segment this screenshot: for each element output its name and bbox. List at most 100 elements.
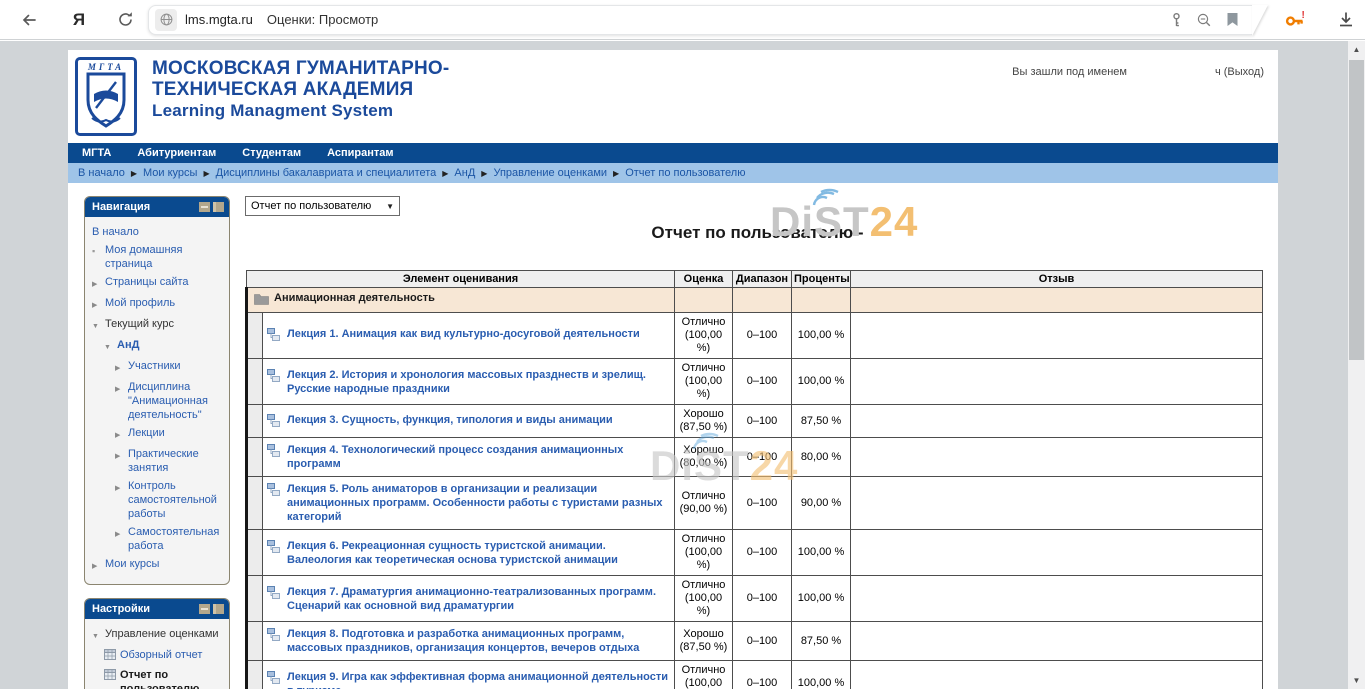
scroll-down-icon[interactable]: ▼	[1348, 672, 1365, 689]
sidebar-item-label[interactable]: Моя домашняя страница	[105, 243, 225, 271]
breadcrumb-link[interactable]: Дисциплины бакалавриата и специалитета	[216, 167, 437, 179]
refresh-icon[interactable]	[108, 5, 142, 35]
percent-cell: 100,00 %	[792, 530, 851, 576]
lesson-icon	[267, 585, 287, 602]
logout-link[interactable]: ч (Выход)	[1215, 66, 1264, 78]
lesson-icon	[267, 670, 287, 687]
grade-item-link[interactable]: Лекция 9. Игра как эффективная форма ани…	[287, 670, 668, 689]
dock-icon[interactable]	[213, 604, 224, 614]
feedback-cell	[851, 313, 1263, 359]
column-header: Диапазон	[733, 271, 792, 288]
triangle-down-icon[interactable]: ▼	[92, 627, 105, 644]
breadcrumb-link[interactable]: Мои курсы	[143, 167, 197, 179]
mgta-logo[interactable]: МГТА	[75, 57, 137, 136]
back-icon[interactable]	[12, 5, 46, 35]
grade-item-link[interactable]: Лекция 4. Технологический процесс создан…	[287, 443, 668, 471]
triangle-right-icon[interactable]: ▶	[92, 275, 105, 292]
triangle-right-icon[interactable]: ▶	[115, 359, 128, 376]
nav-item-Аспирантам[interactable]: Аспирантам	[327, 147, 393, 159]
grade-text: Хорошо	[677, 444, 730, 457]
grade-item-link[interactable]: Лекция 7. Драматургия анимационно-театра…	[287, 585, 668, 613]
triangle-right-icon[interactable]: ▶	[92, 296, 105, 313]
percent-cell: 87,50 %	[792, 405, 851, 438]
address-bar[interactable]: lms.mgta.ru Оценки: Просмотр	[148, 5, 1253, 35]
grade-item-link[interactable]: Лекция 8. Подготовка и разработка анимац…	[287, 627, 668, 655]
lesson-icon	[267, 368, 287, 385]
breadcrumb-link[interactable]: АнД	[454, 167, 475, 179]
grade-cell: Отлично(100,00 %)	[675, 359, 733, 405]
protect-key-icon[interactable]: !	[1279, 5, 1313, 35]
sidebar-item: ▶Мои курсы	[88, 555, 226, 576]
download-icon[interactable]	[1329, 5, 1363, 35]
table-row-item: Лекция 5. Роль аниматоров в организации …	[247, 477, 1263, 530]
key-icon[interactable]	[1162, 8, 1190, 32]
scrollbar[interactable]: ▲ ▼	[1348, 41, 1365, 689]
sidebar-item-label[interactable]: Обзорный отчет	[120, 648, 202, 662]
table-row-item: Лекция 8. Подготовка и разработка анимац…	[247, 622, 1263, 661]
url-text[interactable]: lms.mgta.ru	[185, 12, 253, 27]
sidebar-item-label[interactable]: В начало	[92, 225, 139, 239]
bookmark-icon[interactable]	[1218, 8, 1246, 32]
collapse-icon[interactable]	[199, 604, 210, 614]
sidebar-item: ▼Текущий курс	[88, 315, 226, 336]
grade-item-link[interactable]: Лекция 2. История и хронология массовых …	[287, 368, 668, 396]
item-name-cell: Лекция 4. Технологический процесс создан…	[263, 438, 675, 477]
collapse-icon[interactable]	[199, 202, 210, 212]
zoom-icon[interactable]	[1190, 8, 1218, 32]
sidebar-item: ▶Дисциплина "Анимационная деятельность"	[88, 378, 226, 424]
scroll-up-icon[interactable]: ▲	[1348, 41, 1365, 58]
sidebar-item-label[interactable]: Мой профиль	[105, 296, 175, 310]
logo-text: МГТА	[78, 62, 134, 72]
sidebar-item: ▼АнД	[88, 336, 226, 357]
triangle-right-icon[interactable]: ▶	[92, 557, 105, 574]
breadcrumb-link[interactable]: Управление оценками	[493, 167, 607, 179]
grade-item-link[interactable]: Лекция 5. Роль аниматоров в организации …	[287, 482, 668, 524]
grade-text: Отлично	[677, 533, 730, 546]
grade-cell: Хорошо(87,50 %)	[675, 405, 733, 438]
breadcrumb-link[interactable]: В начало	[78, 167, 125, 179]
indent-cell	[247, 359, 263, 405]
dock-icon[interactable]	[213, 202, 224, 212]
grade-item-link[interactable]: Лекция 6. Рекреационная сущность туристс…	[287, 539, 668, 567]
grade-item-link[interactable]: Лекция 3. Сущность, функция, типология и…	[287, 413, 613, 427]
item-name-cell: Лекция 6. Рекреационная сущность туристс…	[263, 530, 675, 576]
triangle-right-icon[interactable]: ▶	[115, 525, 128, 542]
grade-item-link[interactable]: Лекция 1. Анимация как вид культурно-дос…	[287, 327, 640, 341]
sidebar-item-label[interactable]: Страницы сайта	[105, 275, 189, 289]
login-text: Вы зашли под именем	[1012, 66, 1127, 78]
table-header-row: Элемент оцениванияОценкаДиапазонПроценты…	[247, 271, 1263, 288]
sidebar-item-label[interactable]: Лекции	[128, 426, 165, 440]
yandex-browser-icon[interactable]: Я	[62, 5, 96, 35]
column-header: Проценты	[792, 271, 851, 288]
grade-cell: Отлично(90,00 %)	[675, 477, 733, 530]
square-bullet-icon[interactable]: ▪	[92, 243, 105, 258]
triangle-down-icon[interactable]: ▼	[104, 338, 117, 355]
report-title: Отчет по пользователю -	[245, 223, 1270, 245]
sidebar-item-label[interactable]: Мои курсы	[105, 557, 159, 571]
sidebar-item-label[interactable]: АнД	[117, 338, 139, 352]
grade-percent-text: (100,00 %)	[677, 592, 730, 618]
grade-text: Отлично	[677, 664, 730, 677]
indent-cell	[247, 477, 263, 530]
sidebar-item-label[interactable]: Самостоятельная работа	[128, 525, 225, 553]
column-header: Оценка	[675, 271, 733, 288]
nav-item-Студентам[interactable]: Студентам	[242, 147, 301, 159]
nav-item-МГТА[interactable]: МГТА	[82, 147, 111, 159]
range-cell: 0–100	[733, 576, 792, 622]
sidebar-item-label[interactable]: Практические занятия	[128, 447, 225, 475]
scrollbar-thumb[interactable]	[1349, 60, 1364, 360]
report-type-select[interactable]: Отчет по пользователю ▼	[245, 196, 400, 216]
nav-item-Абитуриентам[interactable]: Абитуриентам	[137, 147, 216, 159]
sidebar-item-label[interactable]: Дисциплина "Анимационная деятельность"	[128, 380, 225, 422]
breadcrumb-link[interactable]: Отчет по пользователю	[625, 167, 745, 179]
triangle-right-icon[interactable]: ▶	[115, 479, 128, 496]
sidebar-item-label[interactable]: Участники	[128, 359, 181, 373]
triangle-down-icon[interactable]: ▼	[92, 317, 105, 334]
sidebar-item-label[interactable]: Контроль самостоятельной работы	[128, 479, 225, 521]
breadcrumb: В начало▶Мои курсы▶Дисциплины бакалавриа…	[68, 163, 1278, 183]
triangle-right-icon[interactable]: ▶	[115, 426, 128, 443]
sidebar-item: ▶Контроль самостоятельной работы	[88, 477, 226, 523]
triangle-right-icon[interactable]: ▶	[115, 380, 128, 397]
empty-cell	[792, 288, 851, 313]
triangle-right-icon[interactable]: ▶	[115, 447, 128, 464]
